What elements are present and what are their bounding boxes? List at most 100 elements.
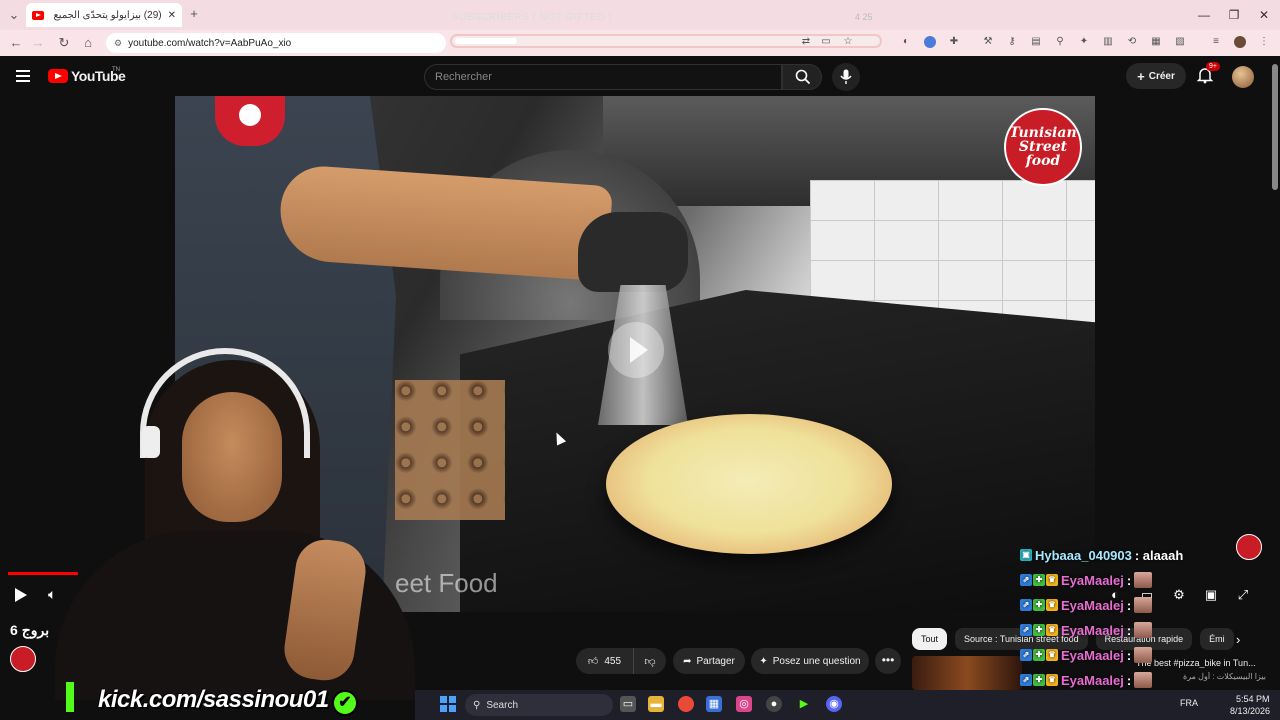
kick-handle: kick.com/sassinou01	[98, 686, 329, 713]
tab-title: (29) بيزايولو يتحدّى الجميع : عنوان	[50, 9, 162, 21]
dislike-button[interactable]: 👎︎	[634, 655, 666, 668]
og-badge-icon: ⇗	[1020, 649, 1032, 661]
kick-accent-bar	[66, 682, 74, 712]
tab-close-icon[interactable]: ✕	[168, 10, 176, 21]
chat-emote-icon	[1134, 622, 1153, 638]
minimize-button[interactable]: —	[1196, 7, 1212, 23]
site-info-icon[interactable]: ⚙	[114, 38, 122, 49]
sidebar-icon[interactable]: ≡	[1210, 36, 1222, 48]
key-icon[interactable]: ⚷	[1006, 36, 1018, 48]
chat-username: EyaMaalej	[1061, 597, 1124, 613]
search-button[interactable]	[782, 64, 822, 90]
more-actions-button[interactable]: •••	[875, 648, 901, 674]
taskbar-search-label: Search	[486, 699, 519, 711]
maximize-button[interactable]: ❐	[1226, 7, 1242, 23]
browser-tab-youtube[interactable]: (29) بيزايولو يتحدّى الجميع : عنوان ✕	[26, 3, 182, 27]
chat-emote-icon	[1134, 647, 1153, 663]
stream-chat-overlay: ▣ Hybaaa_040903 : alaaah ⇗ ✚ ♛ EyaMaalej :…	[1020, 544, 1260, 694]
channel-watermark-logo[interactable]: Tunisian Street food	[1004, 108, 1082, 186]
subscribers-overlay: SUBSCRIBERS ( NOT GIFTED )	[452, 12, 613, 23]
youtube-country-code: TN	[112, 67, 120, 73]
cast-icon[interactable]: ▭	[820, 36, 832, 48]
page-scrollbar-thumb[interactable]	[1272, 64, 1278, 190]
chat-text: : alaaah	[1134, 547, 1184, 563]
history-icon[interactable]: ⟲	[1126, 36, 1138, 48]
youtube-favicon-icon	[32, 10, 44, 20]
discord-icon[interactable]: ◉	[826, 696, 842, 712]
youtube-header: YouTube TN Rechercher + Créer 9+	[0, 58, 1280, 96]
recommended-video-thumbnail[interactable]	[912, 656, 1022, 690]
language-indicator[interactable]: FRA	[1180, 698, 1198, 708]
forward-arrow-icon[interactable]: →	[30, 35, 46, 51]
card-icon[interactable]: ▤	[1030, 36, 1042, 48]
like-dislike-group: 👍︎ 455 👎︎	[576, 648, 666, 674]
chat-text: :	[1126, 597, 1132, 613]
url-text: youtube.com/watch?v=AabPuAo_xio	[128, 37, 292, 49]
translate-icon[interactable]: ⇄	[800, 36, 812, 48]
chat-username: EyaMaalej	[1061, 572, 1124, 588]
location-icon[interactable]: ⚲	[1054, 36, 1066, 48]
chat-emote-icon	[1134, 597, 1153, 613]
file-explorer-icon[interactable]: ▬	[648, 696, 664, 712]
taskbar-search[interactable]: ⚲ Search	[465, 694, 613, 716]
trash-icon[interactable]: ▦	[1150, 36, 1162, 48]
plus-icon: +	[1137, 68, 1145, 84]
search-icon	[795, 69, 811, 85]
obs-icon[interactable]: ●	[766, 696, 782, 712]
center-play-icon[interactable]	[608, 322, 664, 378]
clock-date[interactable]: 8/13/2026	[1230, 706, 1270, 716]
hamburger-menu-icon[interactable]	[16, 70, 30, 82]
chat-badges: ⇗ ✚ ♛	[1020, 674, 1058, 686]
tool-icon[interactable]: ⚒	[982, 36, 994, 48]
channel-watermark-text: Tunisian Street food	[1009, 125, 1077, 169]
chat-badge-icon: ▣	[1020, 549, 1032, 561]
chat-message: ⇗ ✚ ♛ EyaMaalej :	[1020, 619, 1153, 641]
pin-icon[interactable]: ✦	[1078, 36, 1090, 48]
clock-time[interactable]: 5:54 PM	[1236, 694, 1270, 704]
verified-check-icon: ✔	[332, 690, 358, 716]
reload-icon[interactable]: ↻	[56, 35, 72, 51]
store-icon[interactable]: ▦	[706, 696, 722, 712]
tab-list-icon[interactable]: ⌄	[6, 7, 22, 23]
reading-list-icon[interactable]: ▥	[1102, 36, 1114, 48]
split-view-icon[interactable]: ▧	[1174, 36, 1186, 48]
close-window-button[interactable]: ✕	[1256, 7, 1272, 23]
windows-start-icon[interactable]	[440, 696, 456, 712]
bookmark-star-icon[interactable]: ☆	[842, 36, 854, 48]
profile-extension-icon[interactable]	[924, 36, 936, 48]
crown-badge-icon: ♛	[1046, 599, 1058, 611]
thumbs-down-icon: 👎︎	[644, 655, 656, 668]
extension-icon[interactable]: ◐	[900, 36, 912, 48]
search-input[interactable]: Rechercher	[424, 64, 782, 90]
subscriber-badge-icon: ✚	[1033, 574, 1045, 586]
task-view-icon[interactable]: ▭	[620, 696, 636, 712]
instagram-icon[interactable]: ◎	[736, 696, 752, 712]
chip-tout[interactable]: Tout	[912, 628, 948, 650]
browser-tab-bar: ⌄ (29) بيزايولو يتحدّى الجميع : عنوان ✕ …	[0, 0, 1280, 30]
chat-username: Hybaaa_040903	[1035, 547, 1132, 563]
share-button[interactable]: ➦ Partager	[673, 648, 745, 674]
ask-question-button[interactable]: ✦ Posez une question	[751, 648, 869, 674]
browser-menu-icon[interactable]: ⋮	[1258, 36, 1270, 48]
chat-username: EyaMaalej	[1061, 672, 1124, 688]
home-icon[interactable]: ⌂	[80, 35, 96, 51]
new-tab-button[interactable]: +	[186, 6, 202, 22]
browser-profile-avatar[interactable]	[1234, 36, 1246, 48]
account-avatar[interactable]	[1232, 66, 1254, 88]
voice-search-button[interactable]	[832, 63, 860, 91]
chrome-icon[interactable]	[678, 696, 694, 712]
youtube-play-logo-icon	[48, 69, 68, 83]
chat-text: :	[1126, 672, 1132, 688]
crown-badge-icon: ♛	[1046, 674, 1058, 686]
puzzle-icon[interactable]: ✚	[948, 36, 960, 48]
like-button[interactable]: 👍︎ 455	[576, 648, 634, 674]
back-arrow-icon[interactable]: ←	[8, 35, 24, 51]
chat-username: EyaMaalej	[1061, 622, 1124, 638]
chat-badges: ⇗ ✚ ♛	[1020, 649, 1058, 661]
chat-message: ▣ Hybaaa_040903 : alaaah	[1020, 544, 1183, 566]
subscriber-badge-icon: ✚	[1033, 624, 1045, 636]
url-field[interactable]: ⚙ youtube.com/watch?v=AabPuAo_xio	[106, 33, 446, 53]
create-button[interactable]: + Créer	[1126, 63, 1186, 89]
subscribers-counter: 4 25	[855, 12, 873, 22]
kick-app-icon[interactable]: ▶	[796, 696, 812, 712]
